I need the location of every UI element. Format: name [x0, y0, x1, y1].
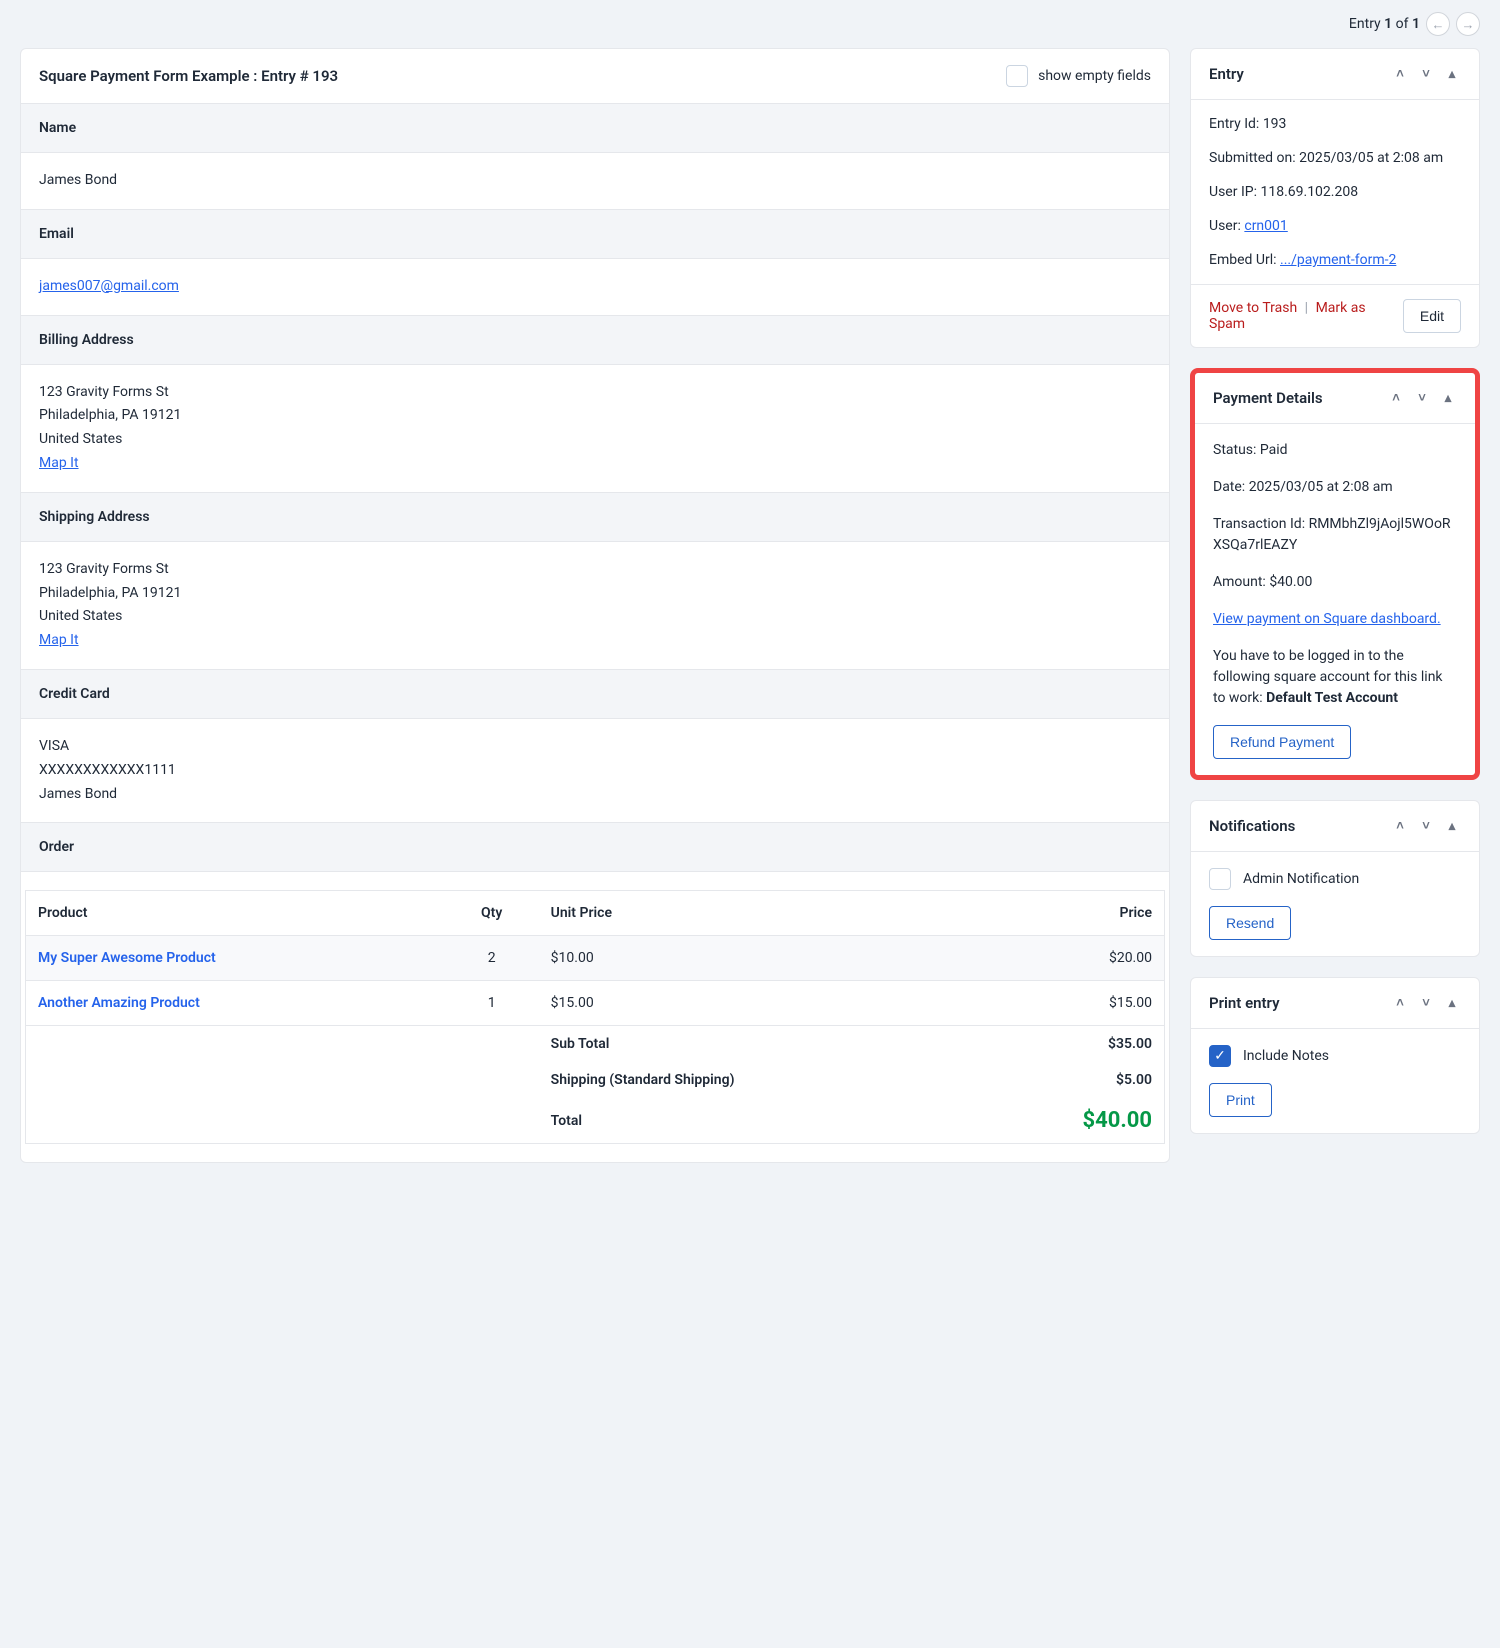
collapse-icon[interactable]: ▴	[1443, 817, 1461, 835]
view-payment-link[interactable]: View payment on Square dashboard.	[1213, 611, 1441, 627]
map-it-link-billing[interactable]: Map It	[39, 455, 79, 471]
chevron-up-icon[interactable]: ˄	[1391, 994, 1409, 1012]
field-label-email: Email	[21, 209, 1169, 259]
notifications-card: Notifications ˄ ˅ ▴ Admin Notification R…	[1190, 800, 1480, 957]
print-entry-card: Print entry ˄ ˅ ▴ ✓ Include Notes Print	[1190, 977, 1480, 1134]
next-entry-button[interactable]: →	[1456, 12, 1480, 36]
col-unit: Unit Price	[539, 891, 970, 936]
field-label-cc: Credit Card	[21, 669, 1169, 719]
col-product: Product	[26, 891, 445, 936]
map-it-link-shipping[interactable]: Map It	[39, 632, 79, 648]
show-empty-toggle[interactable]: show empty fields	[1006, 65, 1151, 87]
chevron-down-icon[interactable]: ˅	[1417, 65, 1435, 83]
field-value-email: james007@gmail.com	[21, 259, 1169, 315]
print-button[interactable]: Print	[1209, 1083, 1272, 1117]
chevron-down-icon[interactable]: ˅	[1413, 389, 1431, 407]
payment-note: You have to be logged in to the followin…	[1213, 646, 1457, 709]
collapse-icon[interactable]: ▴	[1439, 389, 1457, 407]
chevron-up-icon[interactable]: ˄	[1391, 65, 1409, 83]
entry-meta-title: Entry	[1209, 65, 1244, 83]
field-value-shipping: 123 Gravity Forms St Philadelphia, PA 19…	[21, 542, 1169, 669]
field-label-name: Name	[21, 104, 1169, 153]
field-label-order: Order	[21, 822, 1169, 872]
notifications-title: Notifications	[1209, 817, 1295, 835]
entry-card-title: Square Payment Form Example : Entry # 19…	[39, 67, 338, 85]
col-price: Price	[970, 891, 1165, 936]
chevron-down-icon[interactable]: ˅	[1417, 994, 1435, 1012]
edit-button[interactable]: Edit	[1403, 299, 1461, 333]
field-value-name: James Bond	[21, 153, 1169, 209]
pagination-text: Entry 1 of 1	[1349, 16, 1420, 32]
admin-notification-checkbox[interactable]	[1209, 868, 1231, 890]
print-title: Print entry	[1209, 994, 1280, 1012]
field-label-shipping: Shipping Address	[21, 492, 1169, 542]
col-qty: Qty	[445, 891, 539, 936]
entry-meta-card: Entry ˄ ˅ ▴ Entry Id: 193 Submitted on: …	[1190, 48, 1480, 348]
order-table: Product Qty Unit Price Price My Super Aw…	[25, 890, 1165, 1144]
field-value-cc: VISA XXXXXXXXXXXX1111 James Bond	[21, 719, 1169, 822]
prev-entry-button[interactable]: ←	[1426, 12, 1450, 36]
product-name[interactable]: My Super Awesome Product	[26, 936, 445, 981]
show-empty-checkbox[interactable]	[1006, 65, 1028, 87]
refund-payment-button[interactable]: Refund Payment	[1213, 725, 1351, 759]
payment-details-card: Payment Details ˄ ˅ ▴ Status: Paid Date:…	[1190, 368, 1480, 780]
entry-pagination: Entry 1 of 1 ← →	[20, 12, 1480, 36]
collapse-icon[interactable]: ▴	[1443, 994, 1461, 1012]
embed-url-link[interactable]: .../payment-form-2	[1280, 252, 1396, 268]
field-value-billing: 123 Gravity Forms St Philadelphia, PA 19…	[21, 365, 1169, 492]
collapse-icon[interactable]: ▴	[1443, 65, 1461, 83]
entry-card-header: Square Payment Form Example : Entry # 19…	[21, 49, 1169, 104]
product-name[interactable]: Another Amazing Product	[26, 981, 445, 1026]
chevron-down-icon[interactable]: ˅	[1417, 817, 1435, 835]
field-label-billing: Billing Address	[21, 315, 1169, 365]
payment-title: Payment Details	[1213, 389, 1323, 407]
chevron-up-icon[interactable]: ˄	[1387, 389, 1405, 407]
include-notes-checkbox[interactable]: ✓	[1209, 1045, 1231, 1067]
resend-button[interactable]: Resend	[1209, 906, 1291, 940]
entry-detail-card: Square Payment Form Example : Entry # 19…	[20, 48, 1170, 1163]
chevron-up-icon[interactable]: ˄	[1391, 817, 1409, 835]
table-row: Another Amazing Product 1 $15.00 $15.00	[26, 981, 1165, 1026]
move-to-trash-link[interactable]: Move to Trash	[1209, 300, 1297, 316]
table-row: My Super Awesome Product 2 $10.00 $20.00	[26, 936, 1165, 981]
user-link[interactable]: crn001	[1244, 218, 1287, 234]
email-link[interactable]: james007@gmail.com	[39, 278, 179, 294]
order-total: $40.00	[970, 1098, 1165, 1144]
